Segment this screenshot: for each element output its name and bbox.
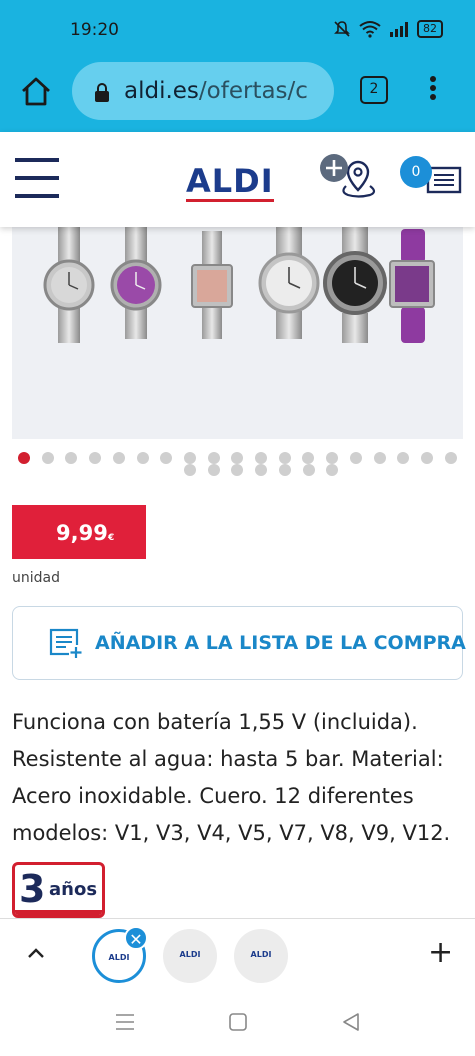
gallery-dot[interactable] bbox=[18, 452, 30, 464]
gallery-dot[interactable] bbox=[278, 452, 291, 464]
recent-apps-icon[interactable] bbox=[114, 1012, 136, 1032]
home-icon bbox=[22, 77, 50, 106]
mute-icon bbox=[334, 21, 350, 37]
gallery-dot[interactable] bbox=[136, 452, 149, 464]
gallery-dot[interactable] bbox=[255, 464, 268, 476]
status-bar: 19:20 82 bbox=[0, 0, 475, 58]
watch-purple-1 bbox=[110, 227, 162, 339]
gallery-dot[interactable] bbox=[397, 452, 410, 464]
shopping-list-button[interactable]: 0 bbox=[400, 156, 466, 202]
back-nav-icon[interactable] bbox=[341, 1012, 361, 1032]
site-header: ALDI 0 bbox=[0, 132, 475, 227]
watch-silver-1 bbox=[43, 227, 95, 343]
add-to-list-label: AÑADIR A LA LISTA DE LA COMPRA bbox=[95, 632, 466, 654]
browser-menu-button[interactable] bbox=[428, 76, 438, 106]
gallery-dot[interactable] bbox=[41, 452, 54, 464]
tab-thumbnail-label: ALDI bbox=[108, 953, 130, 962]
signal-icon bbox=[390, 22, 408, 37]
gallery-dot[interactable] bbox=[183, 452, 196, 464]
guarantee-label: años bbox=[49, 879, 98, 900]
browser-tab-strip: ALDI ✕ ALDI ALDI + bbox=[0, 918, 475, 990]
product-description: Funciona con batería 1,55 V (incluida). … bbox=[12, 710, 451, 845]
guarantee-years: 3 bbox=[19, 867, 46, 911]
gallery-dot[interactable] bbox=[255, 452, 267, 464]
url-path: /ofertas/c bbox=[198, 78, 308, 104]
store-locator-button[interactable] bbox=[318, 152, 382, 202]
url-domain: aldi.es bbox=[124, 78, 199, 104]
gallery-dot[interactable] bbox=[89, 452, 102, 464]
lock-icon bbox=[95, 83, 109, 102]
gallery-dot[interactable] bbox=[302, 452, 315, 464]
gallery-dot[interactable] bbox=[112, 452, 125, 464]
product-image-gallery[interactable] bbox=[12, 227, 463, 439]
wifi-icon bbox=[359, 21, 381, 38]
gallery-dot[interactable] bbox=[231, 452, 244, 464]
store-locator-icon bbox=[320, 154, 376, 198]
gallery-dot[interactable] bbox=[160, 452, 173, 464]
cart-count-badge: 0 bbox=[400, 156, 432, 188]
gallery-dot[interactable] bbox=[444, 452, 457, 464]
tab-thumbnail-2[interactable]: ALDI bbox=[163, 929, 217, 983]
watch-pink-square bbox=[191, 231, 233, 339]
system-navigation-bar bbox=[0, 990, 475, 1056]
tab-thumbnail-3[interactable]: ALDI bbox=[234, 929, 288, 983]
chevron-up-icon[interactable] bbox=[26, 943, 46, 963]
watch-purple-leather bbox=[389, 229, 435, 343]
gallery-dot[interactable] bbox=[278, 464, 291, 476]
tab-switcher-button[interactable]: 2 bbox=[360, 76, 388, 104]
add-to-shopping-list-button[interactable]: AÑADIR A LA LISTA DE LA COMPRA bbox=[12, 606, 466, 680]
price-value: 9,99 bbox=[56, 521, 108, 545]
gallery-dot[interactable] bbox=[373, 452, 386, 464]
gallery-dot[interactable] bbox=[420, 452, 433, 464]
gallery-dot[interactable] bbox=[231, 464, 244, 476]
tab-thumbnail-label: ALDI bbox=[179, 950, 201, 959]
watches-image bbox=[43, 227, 435, 343]
new-tab-icon[interactable]: + bbox=[428, 938, 453, 968]
home-nav-icon[interactable] bbox=[228, 1012, 248, 1032]
url-text: aldi.es/ofertas/c bbox=[124, 78, 308, 104]
gallery-dot[interactable] bbox=[207, 464, 220, 476]
hamburger-menu-icon[interactable] bbox=[15, 158, 59, 202]
guarantee-badge: 3 años bbox=[12, 862, 105, 918]
price-tag: 9,99 € bbox=[12, 505, 146, 559]
browser-toolbar: aldi.es/ofertas/c 2 bbox=[0, 58, 475, 132]
tab-thumbnail-label: ALDI bbox=[250, 950, 272, 959]
logo-text: ALDI bbox=[186, 162, 274, 200]
gallery-dot[interactable] bbox=[184, 464, 196, 476]
add-list-icon bbox=[49, 628, 83, 659]
gallery-dot[interactable] bbox=[207, 452, 220, 464]
gallery-dot[interactable] bbox=[65, 452, 78, 464]
aldi-logo[interactable]: ALDI bbox=[186, 162, 274, 202]
home-button[interactable] bbox=[18, 74, 54, 110]
address-bar[interactable]: aldi.es/ofertas/c bbox=[72, 62, 334, 120]
gallery-dot[interactable] bbox=[326, 464, 339, 476]
watch-black bbox=[323, 227, 387, 343]
gallery-dot[interactable] bbox=[326, 452, 339, 464]
status-time: 19:20 bbox=[70, 20, 119, 40]
watch-silver-2 bbox=[258, 227, 320, 339]
gallery-dot[interactable] bbox=[349, 452, 362, 464]
price-currency: € bbox=[108, 533, 115, 543]
price-unit: unidad bbox=[12, 570, 60, 586]
status-icons: 82 bbox=[333, 20, 443, 38]
battery-icon: 82 bbox=[417, 20, 443, 38]
gallery-dot[interactable] bbox=[302, 464, 315, 476]
close-tab-icon[interactable]: ✕ bbox=[124, 926, 148, 950]
